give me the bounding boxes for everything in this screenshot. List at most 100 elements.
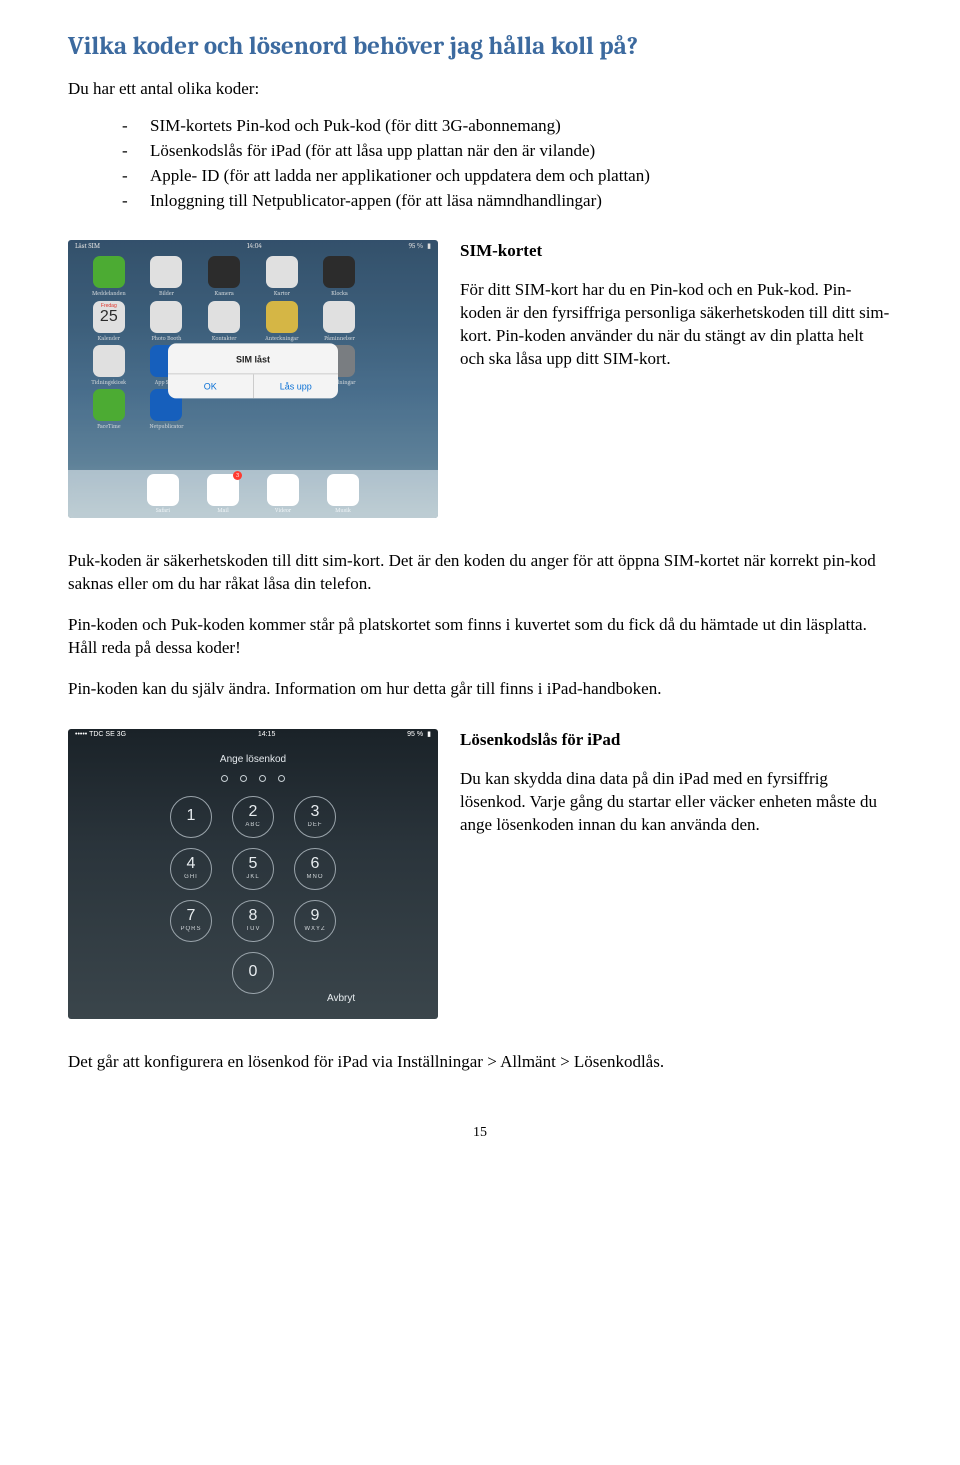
status-bar: Låst SIM 14:04 95 % ▮: [68, 240, 438, 252]
key-sub: MNO: [307, 873, 324, 881]
music-icon: [327, 474, 359, 506]
app-label: FaceTime: [97, 423, 120, 431]
app-facetime[interactable]: FaceTime: [80, 389, 138, 431]
key-sub: GHI: [184, 873, 198, 881]
dot-icon: [259, 775, 266, 782]
dot-icon: [240, 775, 247, 782]
intro-paragraph: Du har ett antal olika koder:: [68, 78, 892, 101]
dock-label: Videor: [275, 507, 291, 515]
calendar-num: 25: [93, 309, 125, 325]
bullet-text: Inloggning till Netpublicator-appen (för…: [150, 190, 602, 213]
app-label: Photo Booth: [151, 335, 181, 343]
key-7[interactable]: 7PQRS: [170, 900, 212, 942]
key-2[interactable]: 2ABC: [232, 796, 274, 838]
photobooth-icon: [150, 301, 182, 333]
newsstand-icon: [93, 345, 125, 377]
sim-locked-dialog: SIM låst OK Lås upp: [168, 343, 338, 398]
key-sub: DEF: [308, 821, 323, 829]
status-time: 14:04: [247, 242, 262, 251]
facetime-icon: [93, 389, 125, 421]
key-4[interactable]: 4GHI: [170, 848, 212, 890]
key-num: 5: [249, 856, 258, 872]
dock-safari[interactable]: Safari: [147, 474, 179, 515]
status-bar: ••••• TDC SE 3G 14:15 95 % ▮: [68, 729, 438, 741]
messages-icon: [93, 256, 125, 288]
app-clock[interactable]: Klocka: [311, 256, 369, 298]
key-num: 2: [249, 804, 258, 820]
dock-label: Mail: [217, 507, 228, 515]
app-notes[interactable]: Anteckningar: [253, 301, 311, 343]
puk-paragraph: Puk-koden är säkerhetskoden till ditt si…: [68, 550, 892, 596]
dialog-ok-button[interactable]: OK: [168, 375, 253, 399]
contacts-icon: [208, 301, 240, 333]
passcode-dots: [68, 775, 438, 782]
dock-label: Musik: [335, 507, 351, 515]
dock-music[interactable]: Musik: [327, 474, 359, 515]
app-label: Påminnelser: [324, 335, 355, 343]
dash: -: [122, 115, 132, 138]
app-label: Anteckningar: [265, 335, 298, 343]
key-5[interactable]: 5JKL: [232, 848, 274, 890]
key-num: 3: [311, 804, 320, 820]
app-messages[interactable]: Meddelanden: [80, 256, 138, 298]
dot-icon: [221, 775, 228, 782]
key-sub: WXYZ: [304, 925, 325, 933]
app-label: Meddelanden: [92, 290, 126, 298]
bullet-text: Apple- ID (för att ladda ner applikation…: [150, 165, 650, 188]
key-num: 7: [187, 908, 196, 924]
dash: -: [122, 140, 132, 163]
key-9[interactable]: 9WXYZ: [294, 900, 336, 942]
key-num: 9: [311, 908, 320, 924]
change-pin-paragraph: Pin-koden kan du själv ändra. Informatio…: [68, 678, 892, 701]
videos-icon: [267, 474, 299, 506]
app-contacts[interactable]: Kontakter: [195, 301, 253, 343]
dialog-title: SIM låst: [168, 343, 338, 373]
key-1[interactable]: 1: [170, 796, 212, 838]
app-label: Bilder: [159, 290, 174, 298]
page-number: 15: [68, 1124, 892, 1143]
list-item: -SIM-kortets Pin-kod och Puk-kod (för di…: [122, 115, 892, 138]
photos-icon: [150, 256, 182, 288]
page-title: Vilka koder och lösenord behöver jag hål…: [68, 30, 892, 64]
key-num: 0: [249, 964, 258, 980]
app-newsstand[interactable]: Tidningskiosk: [80, 345, 138, 387]
app-reminders[interactable]: Påminnelser: [311, 301, 369, 343]
app-camera[interactable]: Kamera: [195, 256, 253, 298]
dialog-unlock-button[interactable]: Lås upp: [253, 375, 339, 399]
carrier-text: ••••• TDC SE 3G: [75, 730, 126, 739]
key-0[interactable]: 0: [232, 952, 274, 994]
key-num: 6: [311, 856, 320, 872]
key-num: 8: [249, 908, 258, 924]
cancel-button[interactable]: Avbryt: [327, 992, 355, 1006]
key-6[interactable]: 6MNO: [294, 848, 336, 890]
notes-icon: [266, 301, 298, 333]
key-num: 4: [187, 856, 196, 872]
app-calendar[interactable]: Fredag 25 Kalender: [80, 301, 138, 343]
dock-mail[interactable]: 3 Mail: [207, 474, 239, 515]
battery-text: 95 %: [407, 730, 423, 739]
app-photobooth[interactable]: Photo Booth: [138, 301, 196, 343]
app-label: Netpublicator: [149, 423, 183, 431]
dock-videos[interactable]: Videor: [267, 474, 299, 515]
passcode-section-heading: Lösenkodslås för iPad: [460, 729, 892, 752]
camera-icon: [208, 256, 240, 288]
ipad-lock-screenshot: ••••• TDC SE 3G 14:15 95 % ▮ Ange lösenk…: [68, 729, 438, 1019]
bullet-list: -SIM-kortets Pin-kod och Puk-kod (för di…: [68, 115, 892, 213]
battery-icon: ▮: [427, 730, 431, 739]
status-time: 14:15: [258, 730, 276, 739]
app-maps[interactable]: Kartor: [253, 256, 311, 298]
key-3[interactable]: 3DEF: [294, 796, 336, 838]
key-8[interactable]: 8TUV: [232, 900, 274, 942]
battery-icon: ▮: [427, 242, 431, 251]
calendar-icon: Fredag 25: [93, 301, 125, 333]
keypad: 1 2ABC 3DEF 4GHI 5JKL 6MNO 7PQRS 8TUV 9W…: [68, 796, 438, 994]
clock-icon: [323, 256, 355, 288]
dock-label: Safari: [156, 507, 170, 515]
plastcard-paragraph: Pin-koden och Puk-koden kommer står på p…: [68, 614, 892, 660]
mail-badge: 3: [233, 471, 242, 480]
ipad-home-screenshot: Låst SIM 14:04 95 % ▮ Meddelanden Bilder…: [68, 240, 438, 518]
key-num: 1: [187, 808, 196, 824]
app-photos[interactable]: Bilder: [138, 256, 196, 298]
app-label: Tidningskiosk: [91, 379, 126, 387]
sim-section-heading: SIM-kortet: [460, 240, 892, 263]
